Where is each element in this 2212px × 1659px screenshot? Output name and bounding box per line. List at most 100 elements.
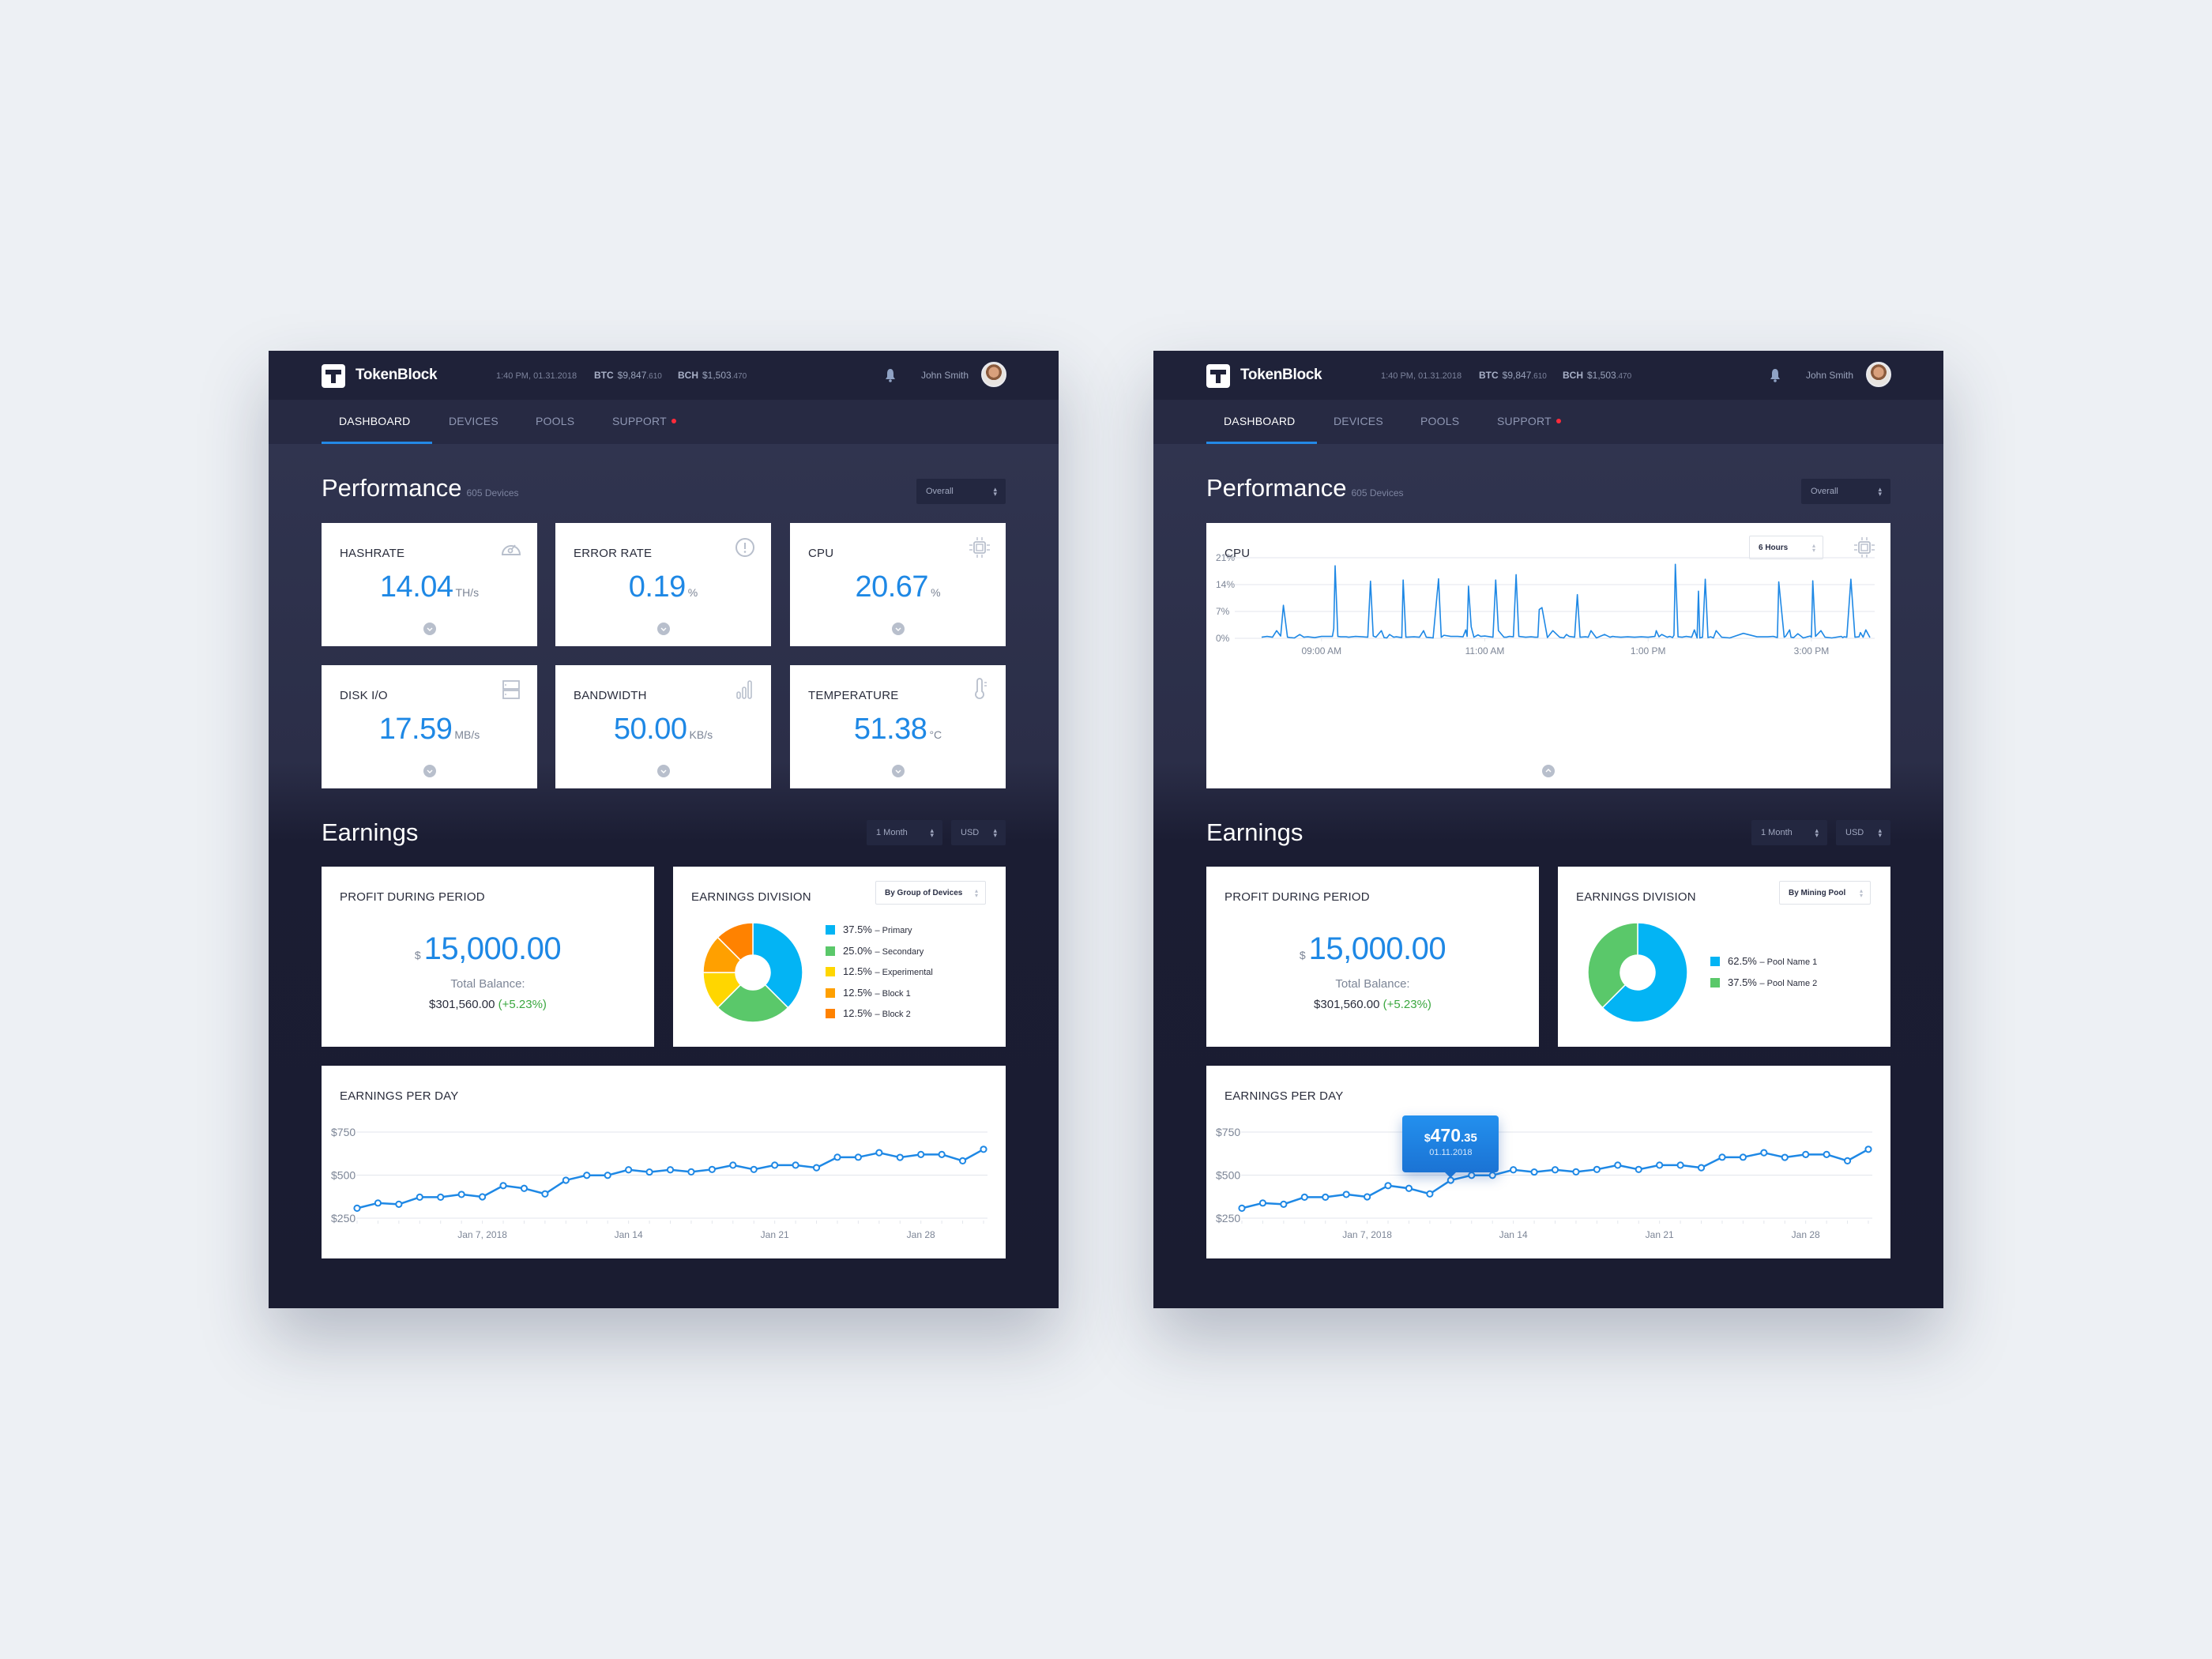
metric-card-disk-io[interactable]: DISK I/O 17.59 MB/s bbox=[322, 665, 537, 788]
thermometer-icon bbox=[975, 678, 987, 699]
select-value: USD bbox=[961, 828, 980, 837]
performance-heading: Performance 605 Devices bbox=[322, 474, 519, 502]
data-point bbox=[1300, 1193, 1308, 1202]
user-name[interactable]: John Smith bbox=[921, 370, 969, 381]
user-avatar[interactable] bbox=[981, 362, 1006, 387]
legend-label: – Block 2 bbox=[875, 1010, 911, 1019]
x-tick-label: 3:00 PM bbox=[1794, 645, 1830, 656]
legend-item: 12.5% – Block 2 bbox=[826, 1007, 933, 1029]
performance-filter-select[interactable]: Overall ▴ ▾ bbox=[1801, 479, 1890, 504]
data-point bbox=[1676, 1161, 1684, 1169]
user-name[interactable]: John Smith bbox=[1806, 370, 1853, 381]
nav-tab-dashboard[interactable]: DASHBOARD bbox=[339, 415, 410, 427]
select-value: 1 Month bbox=[876, 828, 908, 837]
nav-tab-pools[interactable]: POOLS bbox=[536, 415, 574, 427]
tokenblock-logo-icon[interactable] bbox=[322, 364, 345, 388]
bell-icon[interactable] bbox=[1770, 368, 1781, 382]
metric-number: 0.19 bbox=[628, 570, 686, 604]
ticker-price-decimals: .470 bbox=[731, 372, 747, 381]
tokenblock-logo-icon[interactable] bbox=[1206, 364, 1230, 388]
legend-swatch bbox=[826, 925, 835, 935]
expand-chevron-icon[interactable] bbox=[891, 623, 905, 635]
data-point bbox=[666, 1166, 675, 1174]
legend-label: – Primary bbox=[875, 926, 912, 935]
nav-tab-dashboard[interactable]: DASHBOARD bbox=[1224, 415, 1295, 427]
earnings-division-legend: 62.5% – Pool Name 1 37.5% – Pool Name 2 bbox=[1710, 955, 1817, 997]
nav-tab-support[interactable]: SUPPORT bbox=[612, 415, 676, 427]
tooltip-value: $470.35 bbox=[1402, 1125, 1499, 1146]
nav-tab-support[interactable]: SUPPORT bbox=[1497, 415, 1561, 427]
balance-amount: $301,560.00 bbox=[1314, 998, 1380, 1011]
metric-card-cpu[interactable]: CPU 20.67% bbox=[790, 523, 1006, 646]
legend-swatch bbox=[826, 988, 835, 998]
tooltip-whole: 470 bbox=[1430, 1124, 1461, 1146]
nav-tab-devices[interactable]: DEVICES bbox=[1334, 415, 1383, 427]
brand-name[interactable]: TokenBlock bbox=[356, 367, 438, 384]
select-value: Overall bbox=[1811, 487, 1838, 496]
legend-percent: 25.0% bbox=[843, 944, 875, 957]
notification-dot bbox=[671, 419, 676, 423]
metric-value: 0.19% bbox=[555, 570, 771, 604]
data-point bbox=[792, 1161, 799, 1169]
expand-chevron-icon[interactable] bbox=[656, 765, 670, 777]
data-point bbox=[1342, 1191, 1350, 1198]
earnings-tooltip: $470.35 01.11.2018 bbox=[1402, 1115, 1499, 1178]
device-count: 605 Devices bbox=[466, 487, 519, 498]
data-point bbox=[374, 1199, 382, 1207]
tooltip-currency: $ bbox=[1424, 1130, 1431, 1144]
y-tick-label: $500 bbox=[331, 1169, 356, 1182]
data-point bbox=[1258, 1199, 1267, 1207]
expand-chevron-icon[interactable] bbox=[423, 765, 436, 777]
ticker-bch: BCH $1,503.470 bbox=[678, 370, 747, 381]
metric-card-error-rate[interactable]: ERROR RATE 0.19% bbox=[555, 523, 771, 646]
cpu-usage-chart: 0% 7% 14% 21% 09:00 AM 11:00 AM 1:00 PM 3:00 PM bbox=[1216, 552, 1875, 656]
y-tick-label: $250 bbox=[1216, 1212, 1240, 1224]
earnings-per-day-chart: $250 $500 $750 Jan 7, 2018 Jan 14 Jan 21 Jan 2… bbox=[331, 1126, 988, 1240]
nav-tab-pools[interactable]: POOLS bbox=[1420, 415, 1459, 427]
balance-change: (+5.23%) bbox=[498, 998, 547, 1011]
metric-value: 50.00 KB/s bbox=[555, 713, 771, 747]
data-point bbox=[1802, 1150, 1810, 1158]
period-select[interactable]: 1 Month ▴ ▾ bbox=[1751, 820, 1827, 845]
currency-select[interactable]: USD ▴ ▾ bbox=[1836, 820, 1890, 845]
ticker-symbol: BTC bbox=[594, 370, 614, 381]
metric-card-temperature[interactable]: TEMPERATURE 51.38 °C bbox=[790, 665, 1006, 788]
metric-card-hashrate[interactable]: HASHRATE 14.04 TH/s bbox=[322, 523, 537, 646]
data-point bbox=[729, 1161, 737, 1169]
expand-chevron-icon[interactable] bbox=[891, 765, 905, 777]
metric-card-bandwidth[interactable]: BANDWIDTH 50.00 KB/s bbox=[555, 665, 771, 788]
data-point bbox=[1781, 1153, 1789, 1161]
earnings-line bbox=[356, 1148, 984, 1209]
balance-amount: $301,560.00 bbox=[429, 998, 495, 1011]
brand-name[interactable]: TokenBlock bbox=[1240, 367, 1322, 384]
data-point bbox=[980, 1146, 988, 1153]
y-tick-label: 21% bbox=[1216, 552, 1235, 563]
top-header: TokenBlock 1:40 PM, 01.31.2018 BTC $9,847… bbox=[1153, 351, 1943, 400]
earnings-division-card: EARNINGS DIVISION By Mining Pool ▴ ▾ 62.5%… bbox=[1558, 867, 1890, 1047]
bell-icon[interactable] bbox=[885, 368, 896, 382]
expand-chevron-icon[interactable] bbox=[656, 623, 670, 635]
active-tab-indicator bbox=[322, 442, 432, 444]
period-select[interactable]: 1 Month ▴ ▾ bbox=[867, 820, 942, 845]
currency-select[interactable]: USD ▴ ▾ bbox=[951, 820, 1006, 845]
y-tick-label: 14% bbox=[1216, 579, 1235, 590]
nav-tab-devices[interactable]: DEVICES bbox=[449, 415, 498, 427]
top-header: TokenBlock 1:40 PM, 01.31.2018 BTC $9,847… bbox=[269, 351, 1059, 400]
data-point bbox=[562, 1176, 570, 1184]
x-tick-label: Jan 21 bbox=[761, 1229, 789, 1240]
data-point bbox=[1718, 1153, 1726, 1161]
metric-unit: % bbox=[931, 586, 941, 599]
expand-chevron-icon[interactable] bbox=[423, 623, 436, 635]
data-point bbox=[917, 1150, 925, 1158]
profit-card: PROFIT DURING PERIOD $15,000.00 Total Ba… bbox=[1206, 867, 1539, 1047]
data-point bbox=[1488, 1172, 1496, 1179]
metric-value: 51.38 °C bbox=[790, 713, 1006, 747]
performance-filter-select[interactable]: Overall ▴ ▾ bbox=[916, 479, 1006, 504]
dashboard-panel-overview: TokenBlock 1:40 PM, 01.31.2018 BTC $9,847… bbox=[269, 351, 1059, 1308]
user-avatar[interactable] bbox=[1866, 362, 1891, 387]
metric-label: HASHRATE bbox=[340, 547, 405, 560]
tooltip-date: 01.11.2018 bbox=[1429, 1147, 1473, 1157]
collapse-chevron-icon[interactable] bbox=[1542, 765, 1555, 777]
ticker-symbol: BTC bbox=[1479, 370, 1499, 381]
profit-card: PROFIT DURING PERIOD $15,000.00 Total Ba… bbox=[322, 867, 654, 1047]
